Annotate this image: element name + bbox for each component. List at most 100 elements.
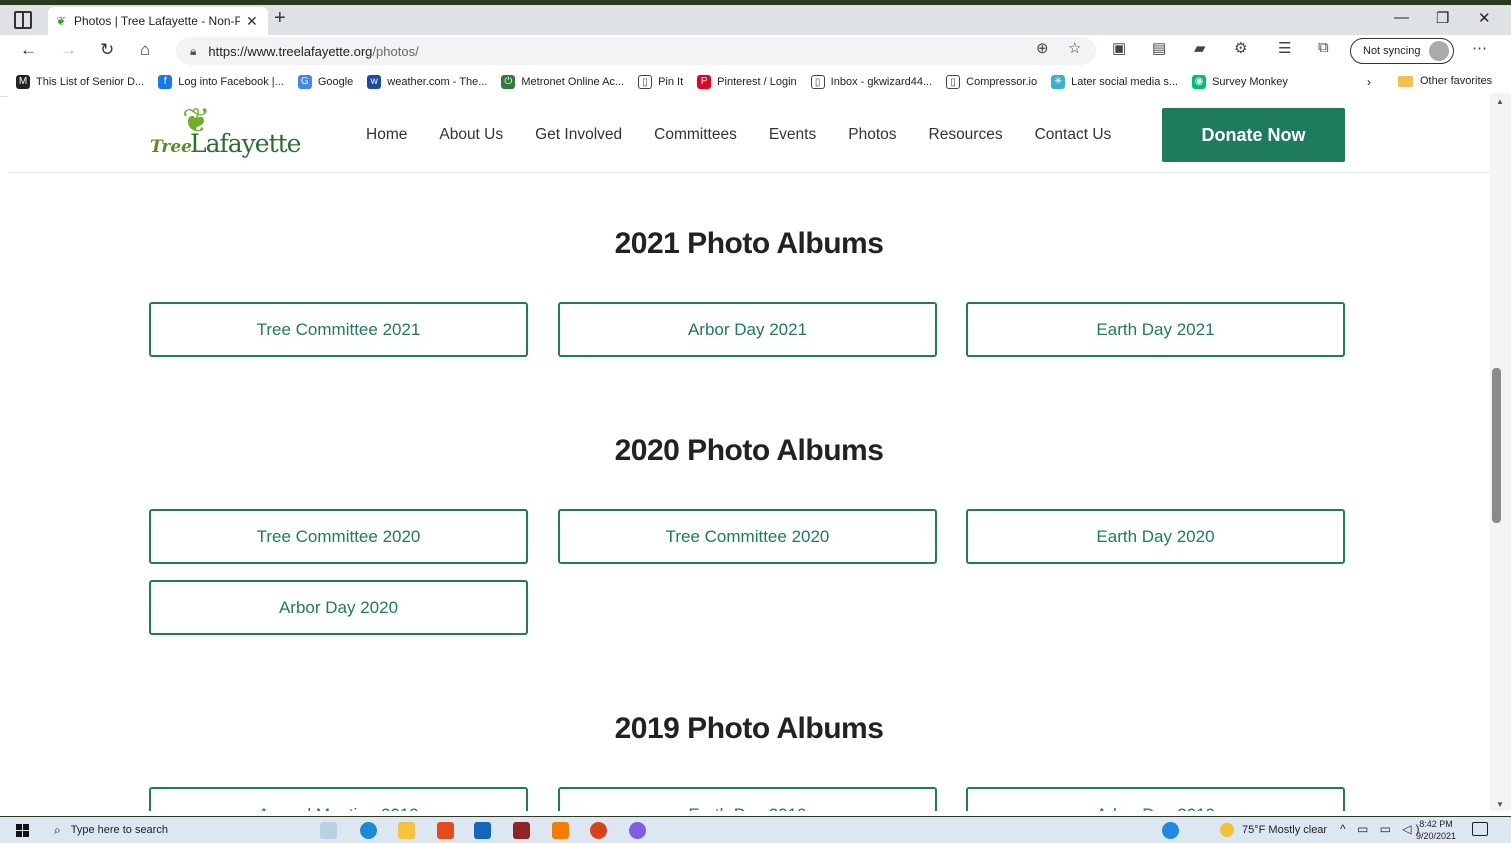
extensions-icon[interactable]: ⚙ bbox=[1234, 39, 1247, 57]
section-heading: 2020 Photo Albums bbox=[614, 434, 884, 467]
weather-text: 75°F Mostly clear bbox=[1242, 824, 1328, 836]
bookmark-item[interactable]: ✳ Later social media s... bbox=[1051, 74, 1178, 89]
nav-link-committees[interactable]: Committees bbox=[654, 126, 737, 144]
profile-sync-button[interactable]: Not syncing bbox=[1350, 38, 1454, 64]
powerpoint-icon[interactable] bbox=[590, 822, 607, 839]
maximize-icon[interactable]: ❐ bbox=[1436, 9, 1449, 27]
bookmark-favicon-icon: G bbox=[297, 74, 312, 89]
album-button[interactable]: Tree Committee 2020 bbox=[149, 509, 528, 564]
album-button[interactable]: Earth Day 2021 bbox=[966, 302, 1345, 357]
logo-word-lafayette: Lafayette bbox=[190, 129, 301, 158]
minimize-icon[interactable]: — bbox=[1394, 9, 1409, 26]
bookmark-item[interactable]: f Log into Facebook |... bbox=[158, 74, 284, 89]
task-view-icon[interactable] bbox=[320, 822, 337, 839]
album-button[interactable]: Earth Day 2020 bbox=[966, 509, 1345, 564]
bookmark-item[interactable]: ▯ Compressor.io bbox=[946, 74, 1037, 89]
nav-link-resources[interactable]: Resources bbox=[929, 126, 1003, 144]
album-button[interactable]: Annual Meeting 2019 bbox=[149, 787, 528, 811]
edge-icon[interactable] bbox=[360, 822, 377, 839]
weather-widget[interactable]: 75°F Mostly clear bbox=[1220, 823, 1327, 837]
nav-link-home[interactable]: Home bbox=[366, 126, 407, 144]
refresh-icon[interactable]: ↻ bbox=[100, 40, 114, 60]
other-favorites-folder[interactable]: Other favorites bbox=[1398, 75, 1492, 87]
notification-icon[interactable] bbox=[1472, 822, 1488, 836]
clock[interactable]: 8:42 PM 9/20/2021 bbox=[1416, 818, 1456, 842]
album-button[interactable]: Arbor Day 2020 bbox=[149, 580, 528, 635]
bookmark-favicon-icon: ▯ bbox=[946, 74, 961, 89]
section-heading: 2021 Photo Albums bbox=[614, 227, 884, 260]
bookmark-favicon-icon: ⏻ bbox=[501, 74, 516, 89]
clock-date: 9/20/2021 bbox=[1416, 831, 1457, 841]
extension-icon[interactable]: ▰ bbox=[1194, 39, 1206, 57]
album-label: Earth Day 2020 bbox=[1096, 526, 1215, 546]
bookmark-item[interactable]: P Pinterest / Login bbox=[697, 74, 797, 89]
zoom-icon[interactable]: ⊕ bbox=[1036, 39, 1049, 57]
bookmark-label: This List of Senior D... bbox=[36, 75, 145, 88]
bookmark-item[interactable]: w weather.com - The... bbox=[367, 74, 487, 89]
nav-link-contact-us[interactable]: Contact Us bbox=[1035, 126, 1112, 144]
url-host: https://www.treelafayette.org bbox=[208, 43, 373, 59]
album-button[interactable]: Earth Day 2019 bbox=[558, 787, 937, 811]
tab-title: Photos | Tree Lafayette - Non-Pr bbox=[74, 14, 240, 28]
close-tab-icon[interactable]: ✕ bbox=[246, 13, 258, 30]
navigation-bar: ← → ↻ ⌂ 🔒︎ https://www.treelafayette.org… bbox=[0, 35, 1511, 67]
more-options-icon[interactable]: ⋯ bbox=[1472, 39, 1487, 57]
favorites-icon[interactable]: ☰ bbox=[1278, 39, 1291, 57]
more-bookmarks-icon[interactable]: › bbox=[1367, 75, 1371, 89]
nav-link-about-us[interactable]: About Us bbox=[439, 126, 503, 144]
scroll-thumb[interactable] bbox=[1492, 368, 1501, 523]
windows-start-icon[interactable] bbox=[16, 824, 29, 837]
add-favorite-icon[interactable]: ☆ bbox=[1068, 39, 1081, 57]
nav-link-events[interactable]: Events bbox=[769, 126, 816, 144]
album-button[interactable]: Tree Committee 2020 bbox=[558, 509, 937, 564]
bookmark-item[interactable]: ▯ Pin It bbox=[638, 74, 684, 89]
extension-icon[interactable]: ▣ bbox=[1112, 39, 1126, 57]
nav-link-get-involved[interactable]: Get Involved bbox=[535, 126, 622, 144]
bookmark-label: Pin It bbox=[658, 75, 684, 88]
search-placeholder: Type here to search bbox=[70, 824, 168, 836]
app-icon[interactable] bbox=[513, 822, 530, 839]
system-tray-icons[interactable]: ^ ▭ ▭ ◁) bbox=[1340, 822, 1424, 836]
extension-icon[interactable]: ▤ bbox=[1152, 39, 1166, 57]
bookmark-item[interactable]: ⏻ Metronet Online Ac... bbox=[501, 74, 624, 89]
lock-icon[interactable]: 🔒︎ bbox=[190, 44, 196, 59]
bookmark-item[interactable]: M This List of Senior D... bbox=[16, 74, 145, 89]
bookmark-favicon-icon: ◉ bbox=[1192, 74, 1207, 89]
site-favicon-icon: ❦ bbox=[56, 14, 67, 28]
bookmark-item[interactable]: ▯ Inbox - gkwizard44... bbox=[810, 74, 932, 89]
home-icon[interactable]: ⌂ bbox=[140, 40, 150, 60]
back-icon[interactable]: ← bbox=[20, 40, 37, 60]
scroll-down-icon[interactable]: ▼ bbox=[1496, 800, 1504, 809]
page-scrollbar[interactable]: ▲ ▼ bbox=[1490, 93, 1511, 811]
bookmark-item[interactable]: ◉ Survey Monkey bbox=[1192, 74, 1288, 89]
scroll-up-icon[interactable]: ▲ bbox=[1496, 97, 1504, 106]
bookmark-favicon-icon: ▯ bbox=[810, 74, 825, 89]
folder-icon bbox=[1398, 75, 1413, 87]
bookmark-label: Survey Monkey bbox=[1212, 75, 1288, 88]
address-bar[interactable]: 🔒︎ https://www.treelafayette.org/photos/ bbox=[176, 37, 1096, 65]
file-explorer-icon[interactable] bbox=[398, 822, 415, 839]
tab-actions-icon[interactable] bbox=[14, 11, 32, 29]
office-icon[interactable] bbox=[437, 822, 454, 839]
bookmark-favicon-icon: w bbox=[367, 74, 382, 89]
other-favorites-label: Other favorites bbox=[1420, 75, 1493, 87]
close-window-icon[interactable]: ✕ bbox=[1478, 9, 1491, 27]
new-tab-icon[interactable]: + bbox=[274, 7, 286, 30]
donate-now-button[interactable]: Donate Now bbox=[1162, 108, 1345, 162]
site-logo[interactable]: ❦ Tree Lafayette bbox=[148, 101, 301, 161]
bookmark-favicon-icon: ▯ bbox=[638, 74, 653, 89]
taskbar-search-input[interactable]: ⌕ Type here to search bbox=[42, 817, 308, 843]
app-icon[interactable] bbox=[629, 822, 646, 839]
nav-link-photos[interactable]: Photos bbox=[848, 126, 896, 144]
collections-icon[interactable]: ⧉ bbox=[1318, 39, 1329, 56]
forward-icon[interactable]: → bbox=[60, 40, 77, 60]
help-icon[interactable] bbox=[1162, 822, 1179, 839]
outlook-icon[interactable] bbox=[474, 822, 491, 839]
bookmark-item[interactable]: G Google bbox=[297, 74, 353, 89]
browser-tab[interactable]: ❦ Photos | Tree Lafayette - Non-Pr ✕ bbox=[48, 7, 268, 35]
album-button[interactable]: Arbor Day 2021 bbox=[558, 302, 937, 357]
album-button[interactable]: Arbor Day 2019 bbox=[966, 787, 1345, 811]
album-button[interactable]: Tree Committee 2021 bbox=[149, 302, 528, 357]
album-label: Arbor Day 2019 bbox=[1096, 805, 1215, 812]
app-icon[interactable] bbox=[552, 822, 569, 839]
